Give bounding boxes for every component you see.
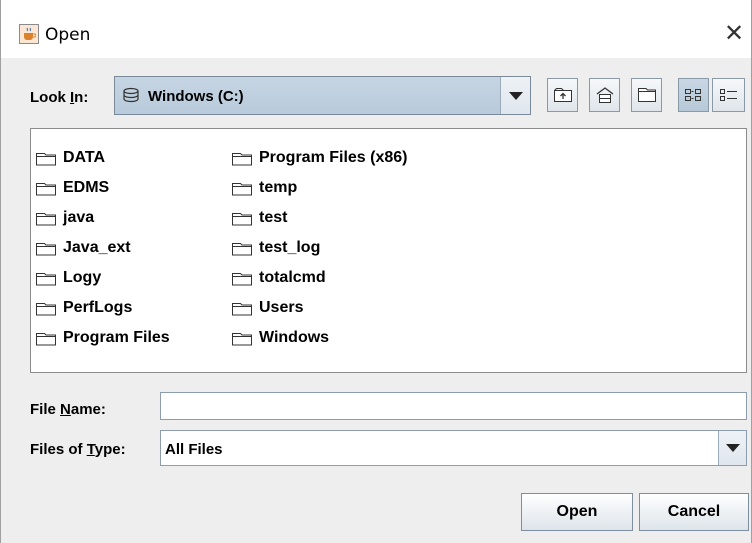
folder-icon	[231, 240, 253, 256]
file-name-label: temp	[259, 179, 298, 196]
file-list-item[interactable]: totalcmd	[231, 263, 408, 293]
file-name-label: DATA	[63, 149, 106, 166]
up-one-level-icon	[553, 88, 572, 102]
file-list-item[interactable]: test	[231, 203, 408, 233]
file-type-label: Files of Type:	[30, 441, 126, 458]
file-list-item[interactable]: java	[35, 203, 170, 233]
file-type-value: All Files	[165, 441, 223, 458]
cancel-button[interactable]: Cancel	[639, 493, 749, 531]
folder-icon	[231, 300, 253, 316]
close-icon[interactable]: ✕	[721, 20, 747, 46]
new-folder-button[interactable]	[631, 78, 662, 112]
file-list-item[interactable]: Java_ext	[35, 233, 170, 263]
file-name-label: File Name:	[30, 401, 106, 418]
look-in-label: Look In:	[30, 89, 89, 106]
folder-icon	[35, 150, 57, 166]
chevron-down-icon[interactable]	[500, 77, 530, 114]
file-column-1: DATA EDMS java Java_ext Logy PerfLogs Program …	[35, 143, 170, 353]
folder-icon	[231, 210, 253, 226]
java-cup-icon	[19, 24, 39, 44]
open-dialog: Open ✕ Look In: Windows (C:) DATA EDMS j…	[0, 0, 752, 543]
list-view-button[interactable]	[678, 78, 709, 112]
file-list-item[interactable]: Program Files	[35, 323, 170, 353]
file-list-item[interactable]: temp	[231, 173, 408, 203]
file-name-label: test	[259, 209, 288, 226]
title-bar: Open ✕	[1, 0, 751, 58]
up-one-level-button[interactable]	[547, 78, 578, 112]
file-list-item[interactable]: Program Files (x86)	[231, 143, 408, 173]
file-list-item[interactable]: DATA	[35, 143, 170, 173]
file-list-item[interactable]: EDMS	[35, 173, 170, 203]
folder-icon	[231, 270, 253, 286]
details-view-icon	[719, 89, 737, 101]
folder-icon	[35, 300, 57, 316]
details-view-button[interactable]	[712, 78, 745, 112]
folder-icon	[35, 330, 57, 346]
home-button[interactable]	[589, 78, 620, 112]
window-title: Open	[45, 25, 91, 45]
folder-icon	[35, 270, 57, 286]
folder-icon	[35, 210, 57, 226]
file-name-label: java	[63, 209, 95, 226]
home-icon	[596, 87, 613, 103]
file-list[interactable]: DATA EDMS java Java_ext Logy PerfLogs Program …	[30, 128, 747, 373]
file-name-label: PerfLogs	[63, 299, 133, 316]
drive-icon	[122, 87, 140, 105]
file-name-label: EDMS	[63, 179, 110, 196]
file-type-combo[interactable]: All Files	[160, 430, 747, 466]
file-name-label: Program Files	[63, 329, 170, 346]
file-name-label: test_log	[259, 239, 321, 256]
folder-icon	[231, 150, 253, 166]
chevron-down-icon[interactable]	[718, 431, 746, 465]
open-button[interactable]: Open	[521, 493, 633, 531]
file-name-label: Logy	[63, 269, 102, 286]
file-name-label: Windows	[259, 329, 330, 346]
file-list-item[interactable]: Windows	[231, 323, 408, 353]
folder-icon	[231, 330, 253, 346]
file-list-item[interactable]: Logy	[35, 263, 170, 293]
folder-icon	[35, 240, 57, 256]
file-name-label: Users	[259, 299, 304, 316]
file-list-item[interactable]: PerfLogs	[35, 293, 170, 323]
file-name-label: Program Files (x86)	[259, 149, 408, 166]
new-folder-icon	[637, 88, 656, 102]
look-in-value: Windows (C:)	[148, 88, 244, 105]
file-name-label: Java_ext	[63, 239, 131, 256]
file-column-2: Program Files (x86) temp test test_logtotal…	[231, 143, 408, 353]
file-list-item[interactable]: Users	[231, 293, 408, 323]
file-name-input[interactable]	[160, 392, 747, 420]
folder-icon	[35, 180, 57, 196]
file-name-label: totalcmd	[259, 269, 326, 286]
list-view-icon	[684, 89, 701, 101]
look-in-combo[interactable]: Windows (C:)	[114, 76, 531, 115]
folder-icon	[231, 180, 253, 196]
file-list-item[interactable]: test_log	[231, 233, 408, 263]
